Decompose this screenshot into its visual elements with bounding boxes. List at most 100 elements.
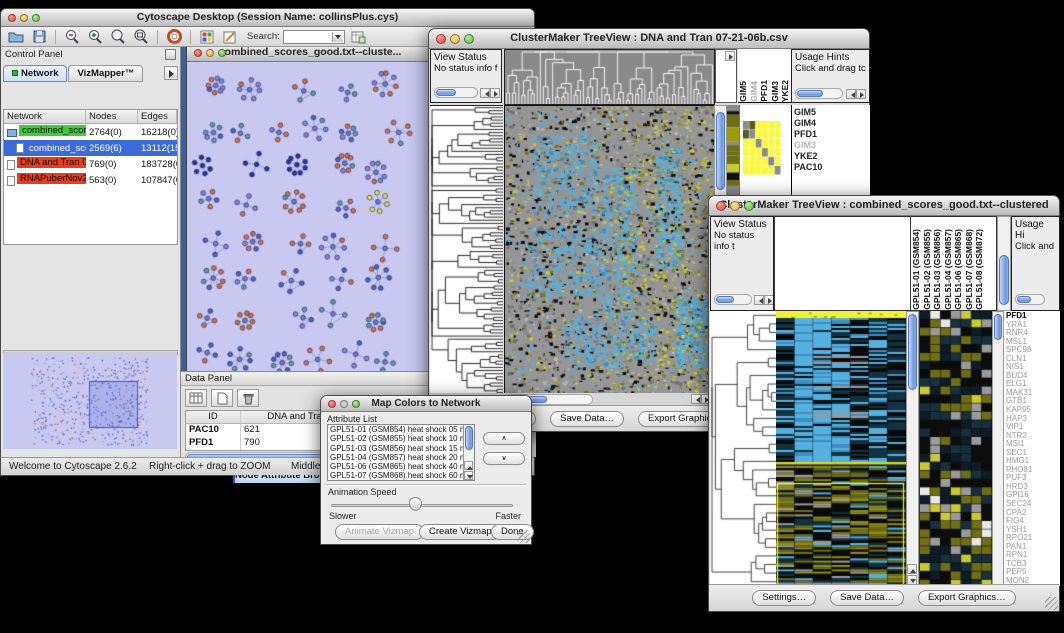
- attribute-item[interactable]: GPL51-04 (GSM857) heat shock 20 min: [329, 453, 462, 462]
- annotation-button[interactable]: [220, 28, 240, 45]
- scrollbar-thumb[interactable]: [1017, 296, 1031, 303]
- help-button[interactable]: [164, 28, 184, 45]
- treeview-action-button[interactable]: Export Graphics…: [918, 590, 1016, 606]
- close-button[interactable]: [436, 34, 446, 44]
- import-table-button[interactable]: [348, 28, 368, 45]
- column-header[interactable]: ID: [186, 411, 241, 423]
- column-header[interactable]: Edges: [138, 110, 177, 123]
- table-row[interactable]: DNA and Tran 07 769(0) 183728(0): [4, 156, 177, 172]
- attribute-item[interactable]: GPL51-01 (GSM854) heat shock 05 min: [329, 425, 462, 434]
- gene-label[interactable]: PAC10: [792, 162, 870, 173]
- zoom-in-button[interactable]: [85, 28, 105, 45]
- gene-dendrogram-canvas[interactable]: [710, 311, 776, 586]
- gene-label[interactable]: GIM3: [792, 140, 870, 151]
- network-view-canvas[interactable]: [187, 62, 433, 371]
- gene-label[interactable]: PFD1: [792, 129, 870, 140]
- vertical-scrollbar[interactable]: [997, 216, 1011, 311]
- treeview-action-button[interactable]: Save Data…: [550, 411, 624, 427]
- horizontal-scrollbar[interactable]: [434, 87, 478, 98]
- save-button[interactable]: [29, 28, 49, 45]
- scroll-up-arrow[interactable]: [907, 564, 917, 574]
- column-label[interactable]: GPL51-02 (GSM855): [922, 229, 933, 310]
- column-header[interactable]: Nodes: [86, 110, 138, 123]
- vertical-scrollbar[interactable]: [906, 311, 919, 586]
- minimize-button[interactable]: [730, 201, 740, 211]
- birdseye-view[interactable]: [3, 353, 177, 449]
- scroll-right-arrow[interactable]: [490, 88, 500, 98]
- tab-vizmapper[interactable]: VizMapper™: [68, 65, 143, 82]
- vizmapper-button[interactable]: [197, 28, 217, 45]
- delete-attribute-button[interactable]: [237, 389, 259, 407]
- scrollbar-thumb[interactable]: [999, 255, 1009, 305]
- scroll-left-arrow[interactable]: [846, 89, 856, 99]
- column-dendrogram-canvas[interactable]: [504, 49, 715, 105]
- dialog-titlebar[interactable]: Map Colors to Network: [321, 396, 531, 412]
- scrollbar-thumb[interactable]: [797, 90, 823, 97]
- table-row[interactable]: RNAPuberNov2+| 563(0) 107847(0): [4, 172, 177, 188]
- speed-slider-track[interactable]: [331, 504, 513, 507]
- column-label[interactable]: GPL51-01 (GSM854): [911, 229, 922, 310]
- close-button[interactable]: [328, 400, 336, 408]
- scroll-up-arrow[interactable]: [464, 461, 473, 470]
- minimize-button[interactable]: [206, 49, 214, 57]
- scrollbar-thumb[interactable]: [908, 314, 917, 390]
- column-label[interactable]: GIM4: [749, 81, 760, 102]
- zoom-button[interactable]: [218, 49, 226, 57]
- speed-slider-thumb[interactable]: [409, 497, 422, 511]
- move-down-button[interactable]: ∨: [483, 452, 525, 465]
- column-label[interactable]: GPL51-03 (GSM856): [932, 229, 943, 310]
- network-frame-1[interactable]: combined_scores_good.txt--cluste...: [186, 47, 434, 371]
- treeview-action-button[interactable]: Settings…: [752, 590, 816, 606]
- animate-vizmap-button[interactable]: Animate Vizmap: [335, 524, 424, 540]
- zoom-fit-button[interactable]: [108, 28, 128, 45]
- gene-label[interactable]: GIM5: [792, 107, 870, 118]
- horizontal-scrollbar[interactable]: [1015, 294, 1045, 305]
- close-button[interactable]: [194, 49, 202, 57]
- attribute-item[interactable]: GPL51-02 (GSM855) heat shock 10 min: [329, 434, 462, 443]
- column-label[interactable]: GPL51-07 (GSM868): [964, 229, 975, 310]
- new-attribute-button[interactable]: [211, 389, 233, 407]
- scroll-right-arrow[interactable]: [856, 89, 866, 99]
- column-label[interactable]: PFD1: [759, 80, 770, 102]
- heatmap-canvas[interactable]: [504, 105, 715, 395]
- treeview2-titlebar[interactable]: ClusterMaker TreeView : combined_scores_…: [709, 196, 1059, 216]
- attribute-listbox[interactable]: GPL51-01 (GSM854) heat shock 05 minGPL51…: [327, 424, 475, 481]
- zoom-button[interactable]: [744, 201, 754, 211]
- move-up-button[interactable]: ∧: [483, 432, 525, 445]
- table-row[interactable]: combined_scores 2764(0) 16218(0): [4, 124, 177, 140]
- zoom-button[interactable]: [464, 34, 474, 44]
- scrollbar-thumb[interactable]: [465, 426, 473, 450]
- treeview1-titlebar[interactable]: ClusterMaker TreeView : DNA and Tran 07-…: [429, 29, 869, 49]
- column-label[interactable]: YKE2: [780, 80, 791, 102]
- scroll-left-arrow[interactable]: [754, 295, 764, 305]
- resize-grip[interactable]: [1045, 597, 1058, 610]
- scrollbar-thumb[interactable]: [994, 314, 1002, 340]
- heatmap-canvas[interactable]: [776, 311, 906, 586]
- scroll-right-arrow[interactable]: [764, 295, 774, 305]
- gene-label[interactable]: YKE2: [792, 151, 870, 162]
- zoom-button[interactable]: [32, 14, 40, 22]
- scroll-left-arrow[interactable]: [691, 394, 701, 404]
- column-label[interactable]: GPL51-08 (GSM872): [974, 229, 985, 310]
- column-header[interactable]: Network: [4, 110, 86, 123]
- minimize-button[interactable]: [340, 400, 348, 408]
- attribute-item[interactable]: GPL51-06 (GSM865) heat shock 40 min: [329, 462, 462, 471]
- zoom-selected-button[interactable]: [131, 28, 151, 45]
- table-row-selected[interactable]: combined_sco 2569(6) 13112(15): [4, 140, 177, 156]
- scrollbar-thumb[interactable]: [716, 296, 734, 303]
- close-button[interactable]: [716, 201, 726, 211]
- gene-label[interactable]: GIM4: [792, 118, 870, 129]
- horizontal-scrollbar[interactable]: [795, 88, 843, 99]
- vertical-scrollbar[interactable]: [992, 311, 1004, 586]
- scrollbar-thumb[interactable]: [716, 112, 725, 190]
- correlation-matrix-canvas[interactable]: [743, 121, 781, 175]
- column-label[interactable]: GPL51-06 (GSM865): [953, 229, 964, 310]
- search-input[interactable]: [283, 30, 345, 44]
- column-label[interactable]: GPL51-04 (GSM857): [943, 229, 954, 310]
- cytoscape-titlebar[interactable]: Cytoscape Desktop (Session Name: collins…: [1, 9, 534, 27]
- minimize-button[interactable]: [20, 14, 28, 22]
- horizontal-scrollbar[interactable]: [714, 294, 752, 305]
- close-button[interactable]: [8, 14, 16, 22]
- vertical-scrollbar[interactable]: [463, 425, 474, 480]
- scroll-right-arrow[interactable]: [725, 51, 735, 61]
